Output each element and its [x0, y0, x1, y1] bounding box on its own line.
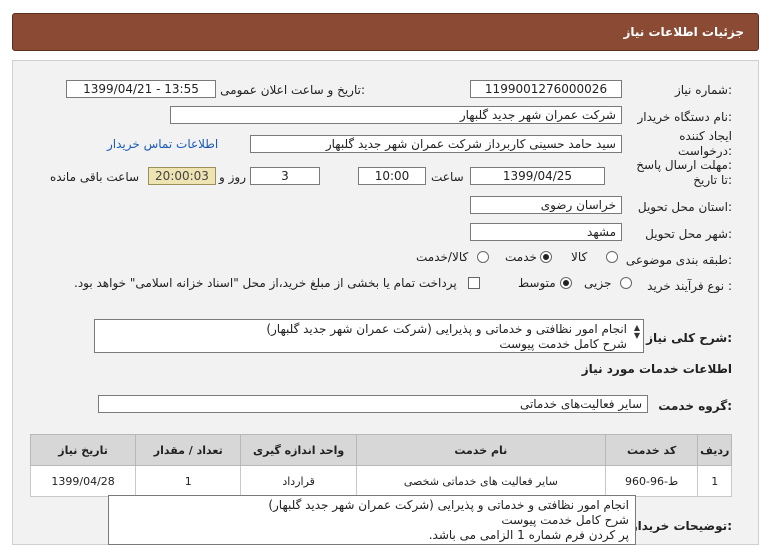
category-option-goods: کالا — [571, 250, 588, 264]
city-label: شهر محل تحویل: — [645, 227, 732, 241]
process-radio-minor[interactable] — [620, 277, 632, 289]
province-label: استان محل تحویل: — [637, 200, 732, 214]
buyer-org-field: شرکت عمران شهر جدید گلبهار — [170, 106, 622, 124]
buyer-notes-line-2: شرح کامل خدمت پیوست — [501, 513, 629, 527]
page-title: جزئیات اطلاعات نیاز — [623, 25, 744, 39]
table-row: 1 ط-96-960 سایر فعالیت های خدماتی شخصی ق… — [29, 465, 732, 497]
cell-row: 1 — [697, 465, 732, 497]
announce-datetime-label: تاریخ و ساعت اعلان عمومی: — [220, 83, 365, 97]
remaining-time-field: 20:00:03 — [148, 167, 216, 185]
category-radio-goods-service[interactable] — [477, 251, 489, 263]
deadline-time-label: ساعت — [431, 170, 464, 184]
cell-qty: 1 — [135, 465, 242, 497]
category-radio-goods[interactable] — [606, 251, 618, 263]
deadline-time-field: 10:00 — [358, 167, 426, 185]
buyer-notes-label: توضیحات خریدار: — [630, 519, 732, 533]
requester-label-line1: ایجاد کننده — [679, 129, 732, 143]
requester-field: سید حامد حسینی کاربرداز شرکت عمران شهر ج… — [250, 135, 622, 153]
requester-label-line2: درخواست: — [678, 144, 732, 158]
process-option-minor: جزیی — [584, 276, 612, 290]
summary-line-1: انجام امور نظافتی و خدماتی و پذیرایی (شر… — [266, 322, 627, 336]
cell-unit: قرارداد — [240, 465, 357, 497]
cell-code: ط-96-960 — [604, 465, 699, 497]
summary-label: شرح کلی نیاز: — [646, 331, 732, 345]
buyer-notes-line-1: انجام امور نظافتی و خدماتی و پذیرایی (شر… — [268, 498, 629, 512]
services-section-title: اطلاعات خدمات مورد نیاز — [581, 362, 732, 376]
services-table-header: ردیف کد خدمت نام خدمت واحد اندازه گیری ت… — [29, 434, 732, 466]
service-group-field: سایر فعالیت‌های خدماتی — [98, 395, 648, 413]
deadline-date-field: 1399/04/25 — [470, 167, 605, 185]
service-group-label: گروه خدمت: — [658, 399, 732, 413]
col-header-unit: واحد اندازه گیری — [240, 434, 357, 466]
col-header-code: کد خدمت — [604, 434, 699, 466]
cell-date: 1399/04/28 — [29, 465, 137, 497]
col-header-row: ردیف — [697, 434, 732, 466]
category-label: طبقه بندی موضوعی: — [625, 253, 732, 267]
summary-line-2: شرح کامل خدمت پیوست — [499, 337, 627, 351]
announce-datetime-field: 1399/04/21 - 13:55 — [66, 80, 216, 98]
treasury-payment-checkbox[interactable] — [468, 277, 480, 289]
buyer-contact-link[interactable]: اطلاعات تماس خریدار — [107, 137, 218, 151]
province-field: خراسان رضوی — [470, 196, 622, 214]
col-header-name: نام خدمت — [355, 434, 606, 466]
need-number-field: 1199001276000026 — [470, 80, 622, 98]
city-field: مشهد — [470, 223, 622, 241]
buyer-notes-textarea[interactable]: انجام امور نظافتی و خدماتی و پذیرایی (شر… — [108, 495, 636, 545]
process-option-medium: متوسط — [518, 276, 556, 290]
need-number-label: شماره نیاز: — [674, 83, 732, 97]
summary-textarea[interactable]: انجام امور نظافتی و خدماتی و پذیرایی (شر… — [94, 319, 644, 353]
page-header: جزئیات اطلاعات نیاز — [12, 13, 759, 51]
category-option-goods-service: کالا/خدمت — [416, 250, 469, 264]
services-table: ردیف کد خدمت نام خدمت واحد اندازه گیری ت… — [29, 434, 732, 497]
purchase-process-label: نوع فرآیند خرید : — [647, 279, 732, 293]
treasury-payment-note: پرداخت تمام یا بخشی از مبلغ خرید،از محل … — [74, 276, 457, 290]
remaining-time-label: ساعت باقی مانده — [50, 170, 140, 184]
days-label: روز و — [219, 170, 246, 184]
days-field: 3 — [250, 167, 320, 185]
deadline-label-line1: مهلت ارسال پاسخ: — [636, 158, 732, 172]
cell-name: سایر فعالیت های خدماتی شخصی — [355, 465, 606, 497]
col-header-date: تاریخ نیاز — [29, 434, 137, 466]
buyer-notes-line-3: پر کردن فرم شماره 1 الزامی می باشد. — [428, 528, 629, 542]
col-header-qty: تعداد / مقدار — [135, 434, 242, 466]
deadline-label-line2: تا تاریخ: — [693, 173, 732, 187]
scroll-down-icon[interactable]: ▼ — [634, 332, 640, 340]
category-option-service: خدمت — [505, 250, 537, 264]
buyer-org-label: نام دستگاه خریدار: — [637, 110, 733, 124]
category-radio-service[interactable] — [540, 251, 552, 263]
process-radio-medium[interactable] — [560, 277, 572, 289]
